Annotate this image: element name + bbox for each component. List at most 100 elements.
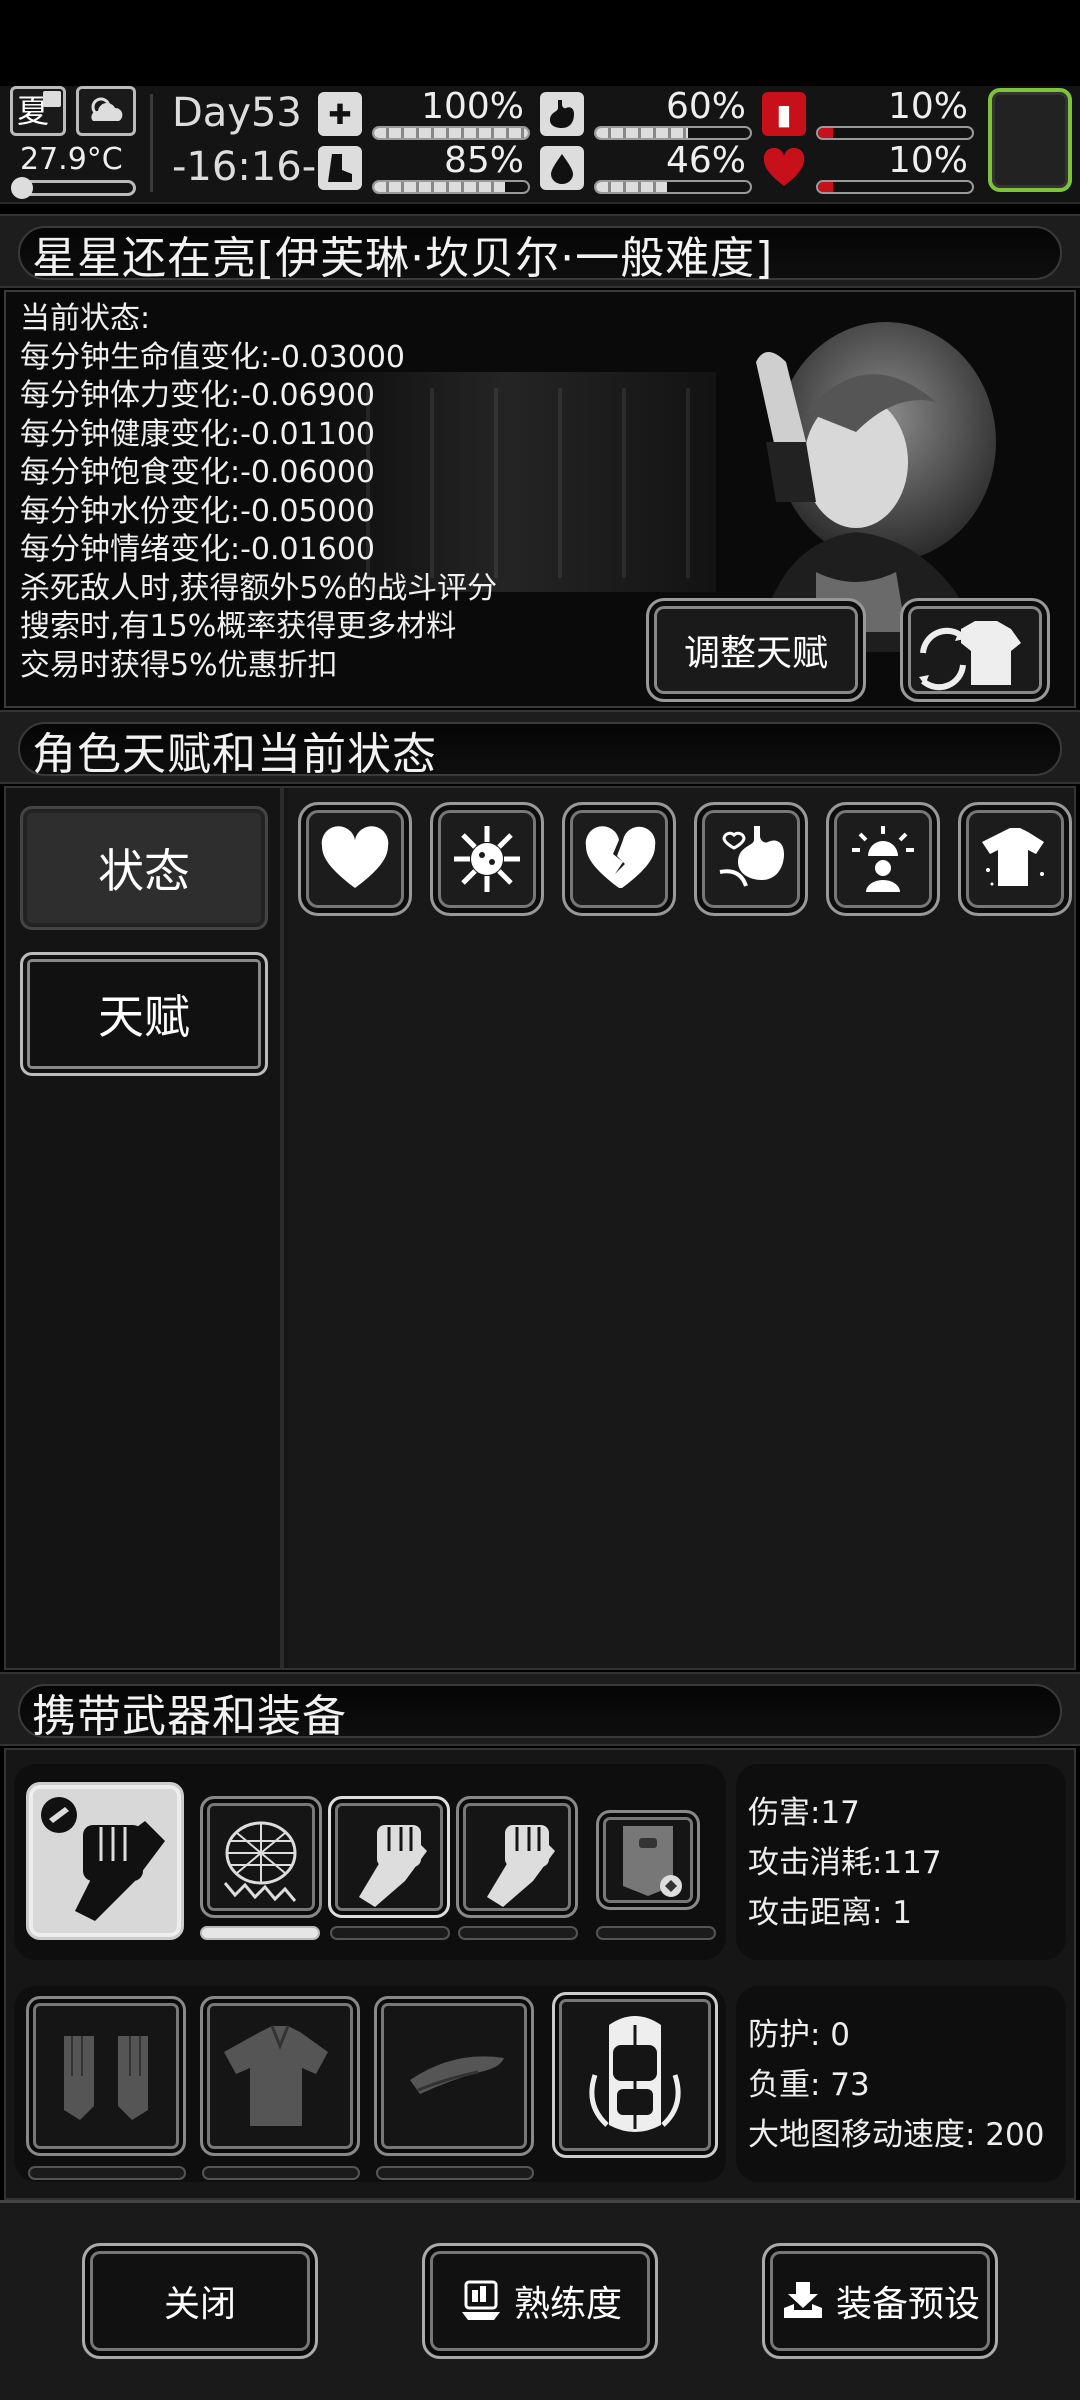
proficiency-icon	[461, 2280, 500, 2320]
heart-icon	[762, 146, 806, 190]
health-percent: 100%	[421, 86, 524, 127]
shirt-icon	[224, 2025, 328, 2126]
water-drop-icon	[540, 146, 584, 190]
gloves-durability-bar	[28, 2166, 186, 2180]
heart-icon	[321, 826, 389, 888]
load-label: 负重: 73	[748, 2067, 870, 2103]
preset-label: 装备预设	[835, 2284, 980, 2325]
character-title: 星星还在亮[伊芙琳·坎贝尔·一般难度]	[32, 233, 774, 284]
weapon-info-box: 伤害:17 攻击消耗:117 攻击距离: 1	[736, 1764, 1066, 1960]
equipment-title: 携带武器和装备	[32, 1691, 347, 1742]
attack-cost-label: 攻击消耗:117	[748, 1845, 942, 1881]
proficiency-button[interactable]: 熟练度	[422, 2243, 658, 2359]
backpack-slot[interactable]	[552, 1992, 718, 2158]
status-line: 当前状态:	[20, 301, 151, 336]
status-line: 每分钟健康变化:-0.01100	[20, 416, 375, 452]
character-avatar-slot[interactable]	[988, 88, 1072, 192]
weapon-slot-fist-selected[interactable]	[328, 1796, 450, 1918]
weapon-durability-bar	[200, 1926, 320, 1940]
season-badge: 夏	[10, 86, 66, 136]
close-button[interactable]: 关闭	[82, 2243, 318, 2359]
defense-label: 防护: 0	[748, 2017, 851, 2053]
net-icon	[223, 1821, 297, 1902]
change-outfit-button[interactable]	[900, 598, 1050, 702]
status-line: 每分钟饱食变化:-0.06000	[20, 455, 375, 490]
flag-icon	[43, 91, 61, 107]
visor-cap-icon	[410, 2056, 504, 2094]
stomach-state-tile[interactable]	[694, 802, 808, 916]
shirt-durability-bar	[202, 2166, 360, 2180]
mood-stat: 10%	[762, 140, 974, 194]
game-clock: -16:16-	[172, 144, 317, 190]
alert-state-tile[interactable]	[826, 802, 940, 916]
mood-bar	[818, 182, 834, 192]
status-panel: 当前状态: 每分钟生命值变化:-0.03000 每分钟体力变化:-0.06900…	[4, 290, 1076, 708]
state-icons-area	[288, 788, 1074, 1668]
gloves-slot[interactable]	[26, 1996, 186, 2156]
equipment-preset-button[interactable]: 装备预设	[762, 2243, 998, 2359]
status-line: 交易时获得5%优惠折扣	[20, 647, 338, 683]
weapon-slot-fist[interactable]	[456, 1796, 578, 1918]
broken-heart-icon	[585, 826, 656, 888]
thermometer-icon	[11, 177, 136, 199]
clothing-state-tile[interactable]	[958, 802, 1072, 916]
weapon-durability-bar	[330, 1926, 450, 1940]
stamina-stat: 85%	[318, 140, 530, 194]
shirt-slot[interactable]	[200, 1996, 360, 2156]
weapon-durability-bar	[458, 1926, 578, 1940]
map-speed-label: 大地图移动速度: 200	[748, 2117, 1045, 2153]
health-stat: ✚ 100%	[318, 86, 530, 140]
alarm-person-icon	[852, 826, 914, 892]
status-line: 每分钟水份变化:-0.05000	[20, 493, 375, 529]
attack-range-label: 攻击距离: 1	[748, 1895, 913, 1931]
riot-shield-icon	[623, 1826, 682, 1897]
tab-talent[interactable]: 天赋	[20, 952, 268, 1076]
stomach-heart-icon	[719, 826, 784, 887]
infection-state-tile[interactable]	[430, 802, 544, 916]
hunger-percent: 60%	[665, 86, 746, 127]
bottom-action-bar: 关闭 熟练度 装备预设	[0, 2200, 1080, 2400]
thirst-bar	[596, 182, 667, 192]
status-line: 每分钟体力变化:-0.06900	[20, 378, 375, 413]
status-line: 每分钟生命值变化:-0.03000	[20, 339, 405, 375]
top-status-bar: 夏 27.9°C Day53 -16:16- ✚ 100% 60% ▮ 10% …	[0, 86, 1080, 204]
gloves-icon	[64, 2036, 148, 2120]
backpack-icon	[589, 2016, 681, 2132]
proficiency-label: 熟练度	[513, 2284, 622, 2325]
talent-status-title: 角色天赋和当前状态	[32, 729, 437, 780]
broken-heart-state-tile[interactable]	[562, 802, 676, 916]
close-label: 关闭	[163, 2284, 236, 2325]
shield-slot[interactable]	[596, 1810, 700, 1910]
divider	[150, 94, 153, 192]
health-state-tile[interactable]	[298, 802, 412, 916]
fist-icon	[359, 1825, 427, 1907]
hat-slot[interactable]	[374, 1996, 534, 2156]
warmth-stat: ▮ 10%	[762, 86, 974, 140]
weather-icon	[76, 86, 136, 136]
preset-download-icon	[783, 2282, 822, 2318]
adjust-talent-button[interactable]: 调整天赋	[646, 598, 866, 702]
mood-percent: 10%	[887, 140, 968, 181]
warmth-percent: 10%	[887, 86, 968, 127]
warmth-bar	[818, 128, 834, 138]
shield-durability-bar	[596, 1926, 716, 1940]
shirt-icon	[982, 828, 1044, 886]
armor-info-box: 防护: 0 负重: 73 大地图移动速度: 200	[736, 1986, 1066, 2182]
stamina-bar	[374, 182, 505, 192]
weapon-slot-net[interactable]	[200, 1796, 322, 1918]
temperature-label: 27.9°C	[20, 142, 123, 177]
outfit-swap-icon	[919, 621, 1021, 691]
day-counter: Day53	[172, 90, 302, 136]
thirst-percent: 46%	[665, 140, 746, 181]
status-line: 每分钟情绪变化:-0.01600	[20, 532, 375, 567]
character-title-header: 星星还在亮[伊芙琳·坎贝尔·一般难度]	[0, 214, 1080, 288]
weapon-slots	[14, 1764, 726, 1960]
status-line: 杀死敌人时,获得额外5%的战斗评分	[20, 570, 498, 606]
status-effects-list: 当前状态: 每分钟生命值变化:-0.03000 每分钟体力变化:-0.06900…	[20, 300, 497, 685]
talent-status-header: 角色天赋和当前状态	[0, 710, 1080, 784]
equipment-header: 携带武器和装备	[0, 1672, 1080, 1746]
hunger-stat: 60%	[540, 86, 752, 140]
status-line: 搜索时,有15%概率获得更多材料	[20, 609, 457, 644]
tab-state[interactable]: 状态	[20, 806, 268, 930]
main-weapon-slot[interactable]	[26, 1782, 184, 1940]
